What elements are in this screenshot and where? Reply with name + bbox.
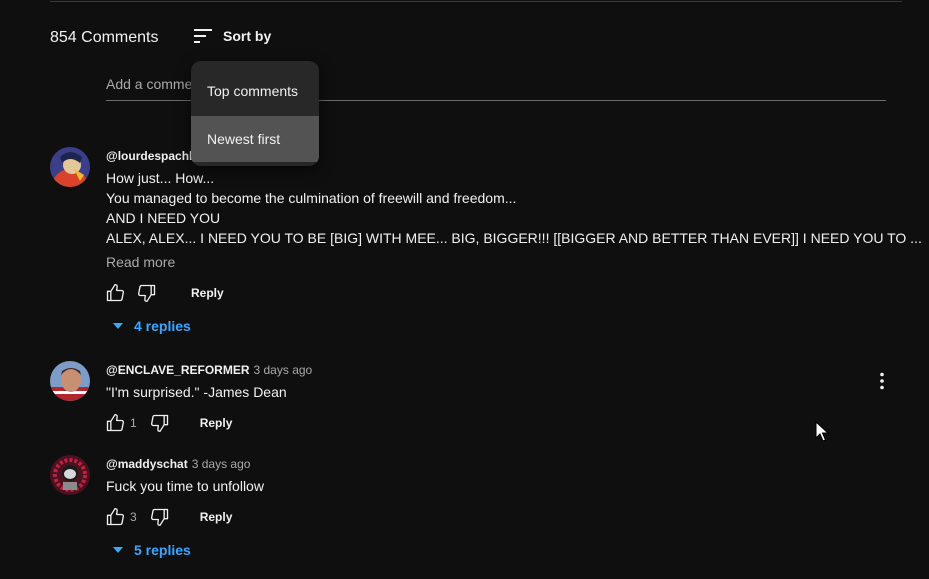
author-name[interactable]: @maddyschat <box>106 457 188 471</box>
sort-by-label: Sort by <box>223 28 272 44</box>
reply-button[interactable]: Reply <box>200 510 233 524</box>
comment-author: @maddyschat 3 days ago <box>106 457 250 471</box>
mouse-cursor-icon <box>815 421 829 442</box>
thumbs-down-icon <box>138 284 156 302</box>
like-count: 3 <box>130 510 137 524</box>
comment-actions: Reply <box>104 281 224 305</box>
like-count: 1 <box>130 416 137 430</box>
more-actions-button[interactable] <box>872 371 892 391</box>
comment-text: Fuck you time to unfollow <box>106 476 264 496</box>
dislike-button[interactable] <box>149 506 171 528</box>
sort-option-newest-first[interactable]: Newest first <box>191 116 319 162</box>
comment-time[interactable]: 3 days ago <box>254 363 313 377</box>
comments-count: 854 Comments <box>50 29 159 46</box>
sort-menu: Top comments Newest first <box>191 61 319 166</box>
comment-text: How just... How... You managed to become… <box>106 168 922 248</box>
comment-line: AND I NEED YOU <box>106 210 221 226</box>
comment-line: ALEX, ALEX... I NEED YOU TO BE [BIG] WIT… <box>106 230 922 246</box>
reply-button[interactable]: Reply <box>191 286 224 300</box>
sort-by-button[interactable]: Sort by <box>193 27 271 45</box>
sort-option-top-comments[interactable]: Top comments <box>191 68 319 114</box>
comment-author: @ENCLAVE_REFORMER 3 days ago <box>106 363 312 377</box>
comment-author[interactable]: @lourdespachl <box>106 149 192 163</box>
top-divider <box>50 1 902 2</box>
like-button[interactable] <box>104 412 126 434</box>
comment-actions: 1 Reply <box>104 411 232 435</box>
comment-line: Fuck you time to unfollow <box>106 478 264 494</box>
caret-down-icon <box>113 547 123 553</box>
dislike-button[interactable] <box>149 412 171 434</box>
view-replies-button[interactable]: 4 replies <box>112 318 191 334</box>
view-replies-button[interactable]: 5 replies <box>112 542 191 558</box>
comment-line: How just... How... <box>106 170 215 186</box>
comment-time[interactable]: 3 days ago <box>192 457 251 471</box>
like-button[interactable] <box>104 282 126 304</box>
avatar[interactable] <box>50 361 90 401</box>
avatar[interactable] <box>50 147 90 187</box>
avatar[interactable] <box>50 455 90 495</box>
replies-count: 4 replies <box>134 318 191 334</box>
comment-line: "I'm surprised." -James Dean <box>106 384 287 400</box>
thumbs-down-icon <box>150 414 168 432</box>
thumbs-up-icon <box>106 414 125 432</box>
dislike-button[interactable] <box>136 282 158 304</box>
caret-down-icon <box>113 323 123 329</box>
comment-text: "I'm surprised." -James Dean <box>106 382 287 402</box>
reply-button[interactable]: Reply <box>200 416 233 430</box>
sort-icon <box>194 29 212 43</box>
comment-actions: 3 Reply <box>104 505 232 529</box>
comment-line: You managed to become the culmination of… <box>106 190 517 206</box>
more-vert-icon <box>880 372 884 390</box>
thumbs-up-icon <box>106 284 125 302</box>
read-more-link[interactable]: Read more <box>106 254 175 270</box>
replies-count: 5 replies <box>134 542 191 558</box>
thumbs-down-icon <box>150 508 168 526</box>
author-name[interactable]: @ENCLAVE_REFORMER <box>106 363 250 377</box>
thumbs-up-icon <box>106 508 125 526</box>
like-button[interactable] <box>104 506 126 528</box>
